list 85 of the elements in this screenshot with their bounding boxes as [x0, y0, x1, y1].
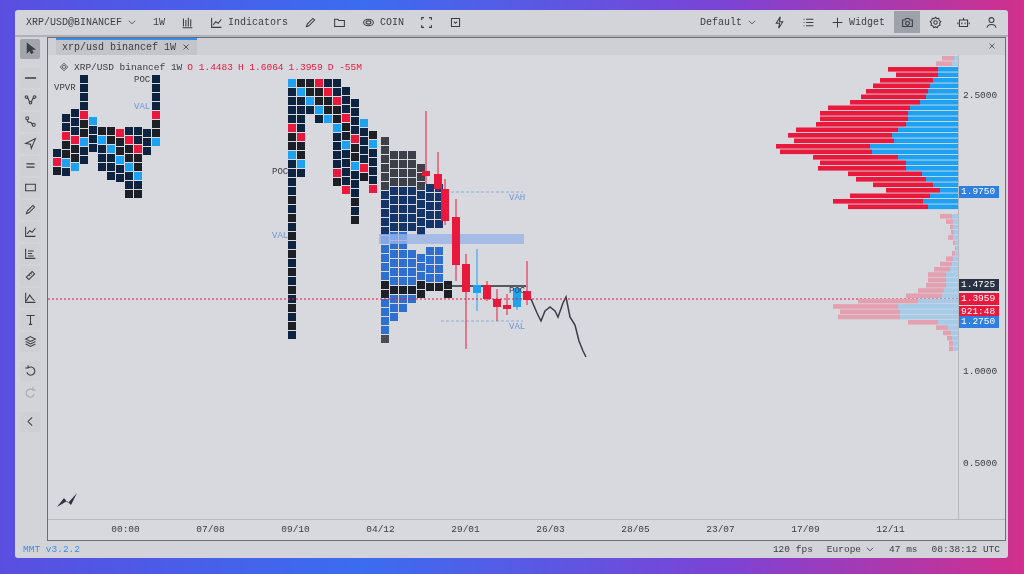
latency-label: 47 ms	[889, 543, 918, 555]
region-selector[interactable]: Europe	[826, 543, 876, 555]
version-label: MMT v3.2.2	[23, 543, 80, 555]
collapse-button[interactable]	[20, 411, 40, 432]
bar-list-icon	[23, 247, 37, 261]
price-tag: 1.3959	[959, 292, 999, 305]
time-label: 07/08	[195, 524, 226, 536]
chart-label: VAH	[509, 192, 526, 203]
price-label: 1.0000	[963, 365, 998, 377]
brush-icon	[23, 203, 37, 217]
time-label: 04/12	[365, 524, 396, 536]
indicators-button[interactable]: Indicators	[203, 11, 296, 34]
time-label: 26/03	[535, 524, 566, 536]
logo-icon	[57, 492, 77, 507]
drawing-tool[interactable]	[20, 265, 40, 286]
camera-icon	[900, 15, 914, 29]
drawing-tool[interactable]	[20, 177, 40, 198]
time-label: 29/01	[450, 524, 481, 536]
redo-icon	[23, 386, 37, 400]
drawing-tool[interactable]	[20, 67, 40, 88]
line-chart-icon	[210, 15, 224, 29]
time-label: 12/11	[875, 524, 906, 536]
drawing-tool[interactable]	[20, 309, 40, 330]
chart-label: VAL	[272, 230, 289, 241]
price-tag: 921:48	[959, 305, 999, 318]
text-tool-icon	[23, 313, 37, 327]
layers-icon	[23, 335, 37, 349]
drawing-tool[interactable]	[20, 243, 40, 264]
drawing-tool[interactable]	[20, 199, 40, 220]
drawing-tool[interactable]	[20, 111, 40, 132]
exchange-button[interactable]: COIN	[355, 11, 412, 34]
fullscreen-icon	[420, 15, 434, 29]
send-icon	[23, 137, 37, 151]
clock-label: 08:38:12 UTC	[931, 543, 1000, 555]
drawing-tool[interactable]	[20, 133, 40, 154]
drawing-tool[interactable]	[20, 155, 40, 176]
legend-value: D -55M	[327, 61, 362, 73]
symbol-selector[interactable]: XRP/USD@BINANCEF	[19, 11, 144, 34]
chart-label: POC	[509, 285, 526, 296]
dropdown-box-icon	[449, 15, 463, 29]
chart-label: POC	[272, 166, 289, 177]
robot-icon	[956, 15, 970, 29]
fps-label: 120 fps	[772, 543, 813, 555]
ruler-icon	[23, 269, 37, 283]
user-icon	[984, 15, 998, 29]
undo-icon	[23, 364, 37, 378]
chart-label: VAL	[134, 101, 151, 112]
time-label: 28/05	[620, 524, 651, 536]
nodes-icon	[23, 93, 37, 107]
legend-value: 1.3959	[288, 61, 323, 73]
chart-tab[interactable]: xrp/usd binancef 1W	[56, 37, 198, 55]
legend-value: H 1.6064	[237, 61, 284, 73]
legend-value: O 1.4483	[187, 61, 233, 73]
drawing-tool[interactable]	[20, 89, 40, 110]
line-chart-icon	[23, 225, 37, 239]
plus-icon	[831, 15, 844, 29]
drawing-tool[interactable]	[20, 331, 40, 352]
timeframe-button[interactable]: 1W	[146, 11, 173, 34]
legend-symbol: XRP/USD binancef 1W	[74, 61, 183, 73]
camera-button[interactable]	[894, 11, 920, 34]
line-tool-icon	[23, 76, 37, 79]
undo-button[interactable]	[20, 360, 40, 381]
price-tag: 1.4725	[959, 278, 999, 291]
layout-selector[interactable]: Default	[692, 11, 764, 34]
settings-icon	[928, 15, 942, 29]
pencil-icon	[304, 15, 318, 29]
time-label: 00:00	[110, 524, 141, 536]
time-label: 23/07	[705, 524, 736, 536]
price-tag: 1.9750	[959, 185, 999, 198]
drawing-tool[interactable]	[20, 287, 40, 308]
price-label: 0.5000	[963, 457, 998, 469]
chart-label: POC	[134, 74, 151, 85]
chart-label: VAL	[509, 321, 526, 332]
lightning-icon	[773, 15, 786, 29]
price-label: 2.5000	[963, 89, 998, 101]
widget-button[interactable]: Widget	[824, 11, 892, 34]
area-chart-icon	[23, 291, 37, 305]
time-label: 17/09	[790, 524, 821, 536]
drawing-tool[interactable]	[20, 221, 40, 242]
diamond-icon	[59, 62, 69, 73]
chart-label: VPVR	[54, 82, 76, 93]
candles-icon	[181, 15, 195, 29]
time-label: 09/10	[280, 524, 311, 536]
path-icon	[23, 115, 37, 129]
drawing-tool[interactable]	[20, 38, 40, 59]
